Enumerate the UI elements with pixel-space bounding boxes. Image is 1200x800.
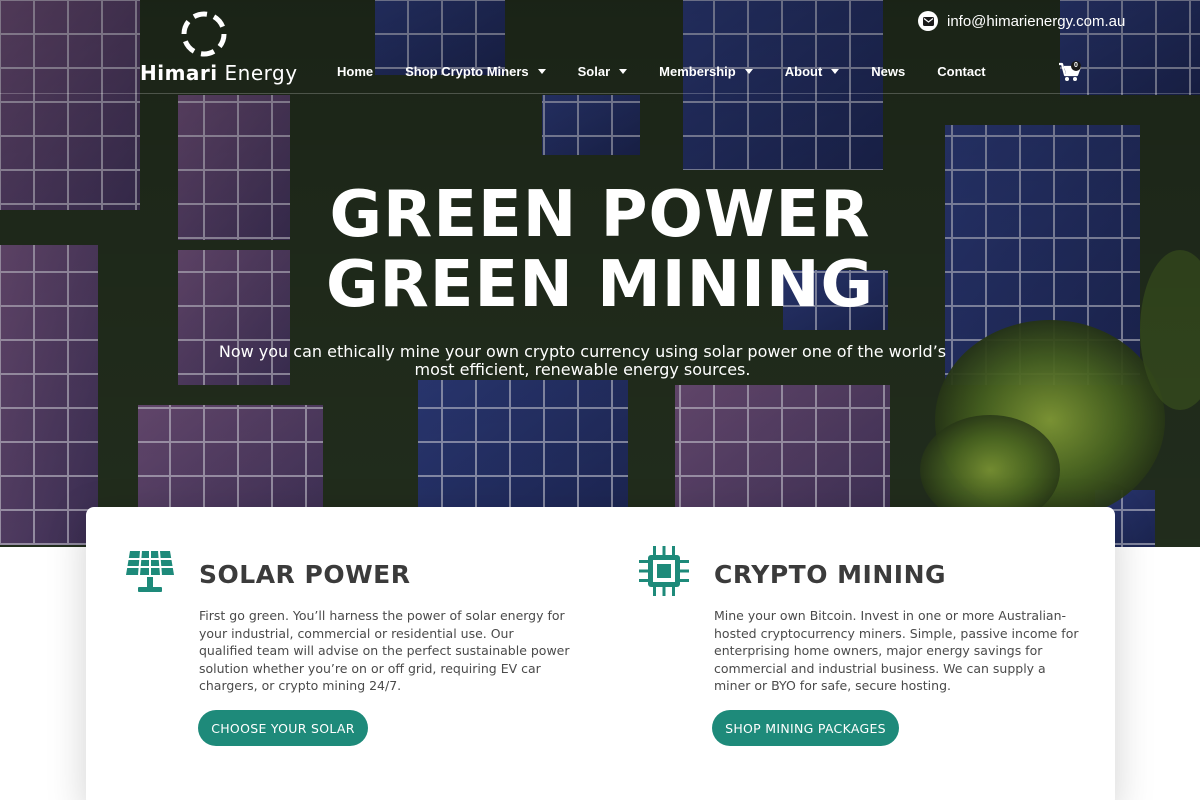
envelope-icon [918, 11, 938, 31]
shop-mining-packages-button[interactable]: SHOP MINING PACKAGES [712, 710, 899, 746]
nav-home-label: Home [337, 64, 374, 79]
chip-icon [639, 546, 689, 596]
nav-shop-crypto-miners[interactable]: Shop Crypto Miners [405, 64, 546, 79]
crypto-mining-title: CRYPTO MINING [714, 560, 947, 589]
nav-about[interactable]: About [785, 64, 840, 79]
main-nav: Home Shop Crypto Miners Solar Membership… [337, 64, 986, 79]
nav-contact[interactable]: Contact [937, 64, 985, 79]
email-link[interactable]: info@himarienergy.com.au [918, 11, 1125, 31]
logo-bold: Himari [140, 61, 218, 85]
crypto-mining-text: Mine your own Bitcoin. Invest in one or … [714, 608, 1079, 693]
logo-text[interactable]: Himari Energy [140, 61, 298, 85]
nav-news[interactable]: News [871, 64, 905, 79]
chevron-down-icon [537, 69, 546, 74]
nav-contact-label: Contact [937, 64, 986, 79]
email-address: info@himarienergy.com.au [947, 12, 1126, 30]
nav-membership-label: Membership [659, 64, 736, 79]
logo-light: Energy [224, 61, 298, 85]
chevron-down-icon [619, 69, 628, 74]
solar-power-text: First go green. You’ll harness the power… [199, 608, 570, 693]
nav-about-label: About [784, 64, 823, 79]
features-card: SOLAR POWER First go green. You’ll harne… [86, 507, 1115, 800]
solar-panel-icon [126, 550, 174, 592]
header-divider [0, 93, 1200, 94]
hero-title-line2: GREEN MINING [325, 248, 875, 322]
chevron-down-icon [744, 69, 753, 74]
choose-your-solar-button[interactable]: CHOOSE YOUR SOLAR [198, 710, 368, 746]
cart-count-badge: 0 [1071, 61, 1081, 71]
nav-home[interactable]: Home [337, 64, 373, 79]
chevron-down-icon [831, 69, 840, 74]
hero-title: GREEN POWER GREEN MINING [0, 180, 1200, 320]
hero-section: Himari Energy info@himarienergy.com.au H… [0, 0, 1200, 547]
nav-news-label: News [871, 64, 906, 79]
hero-title-line1: GREEN POWER [329, 178, 871, 252]
solar-power-title: SOLAR POWER [199, 560, 411, 589]
hero-subtitle: Now you can ethically mine your own cryp… [218, 342, 947, 379]
nav-solar-label: Solar [577, 64, 611, 79]
nav-membership[interactable]: Membership [659, 64, 753, 79]
nav-solar[interactable]: Solar [578, 64, 628, 79]
nav-shop-crypto-miners-label: Shop Crypto Miners [405, 64, 529, 79]
logo-ring-icon[interactable] [179, 9, 229, 59]
